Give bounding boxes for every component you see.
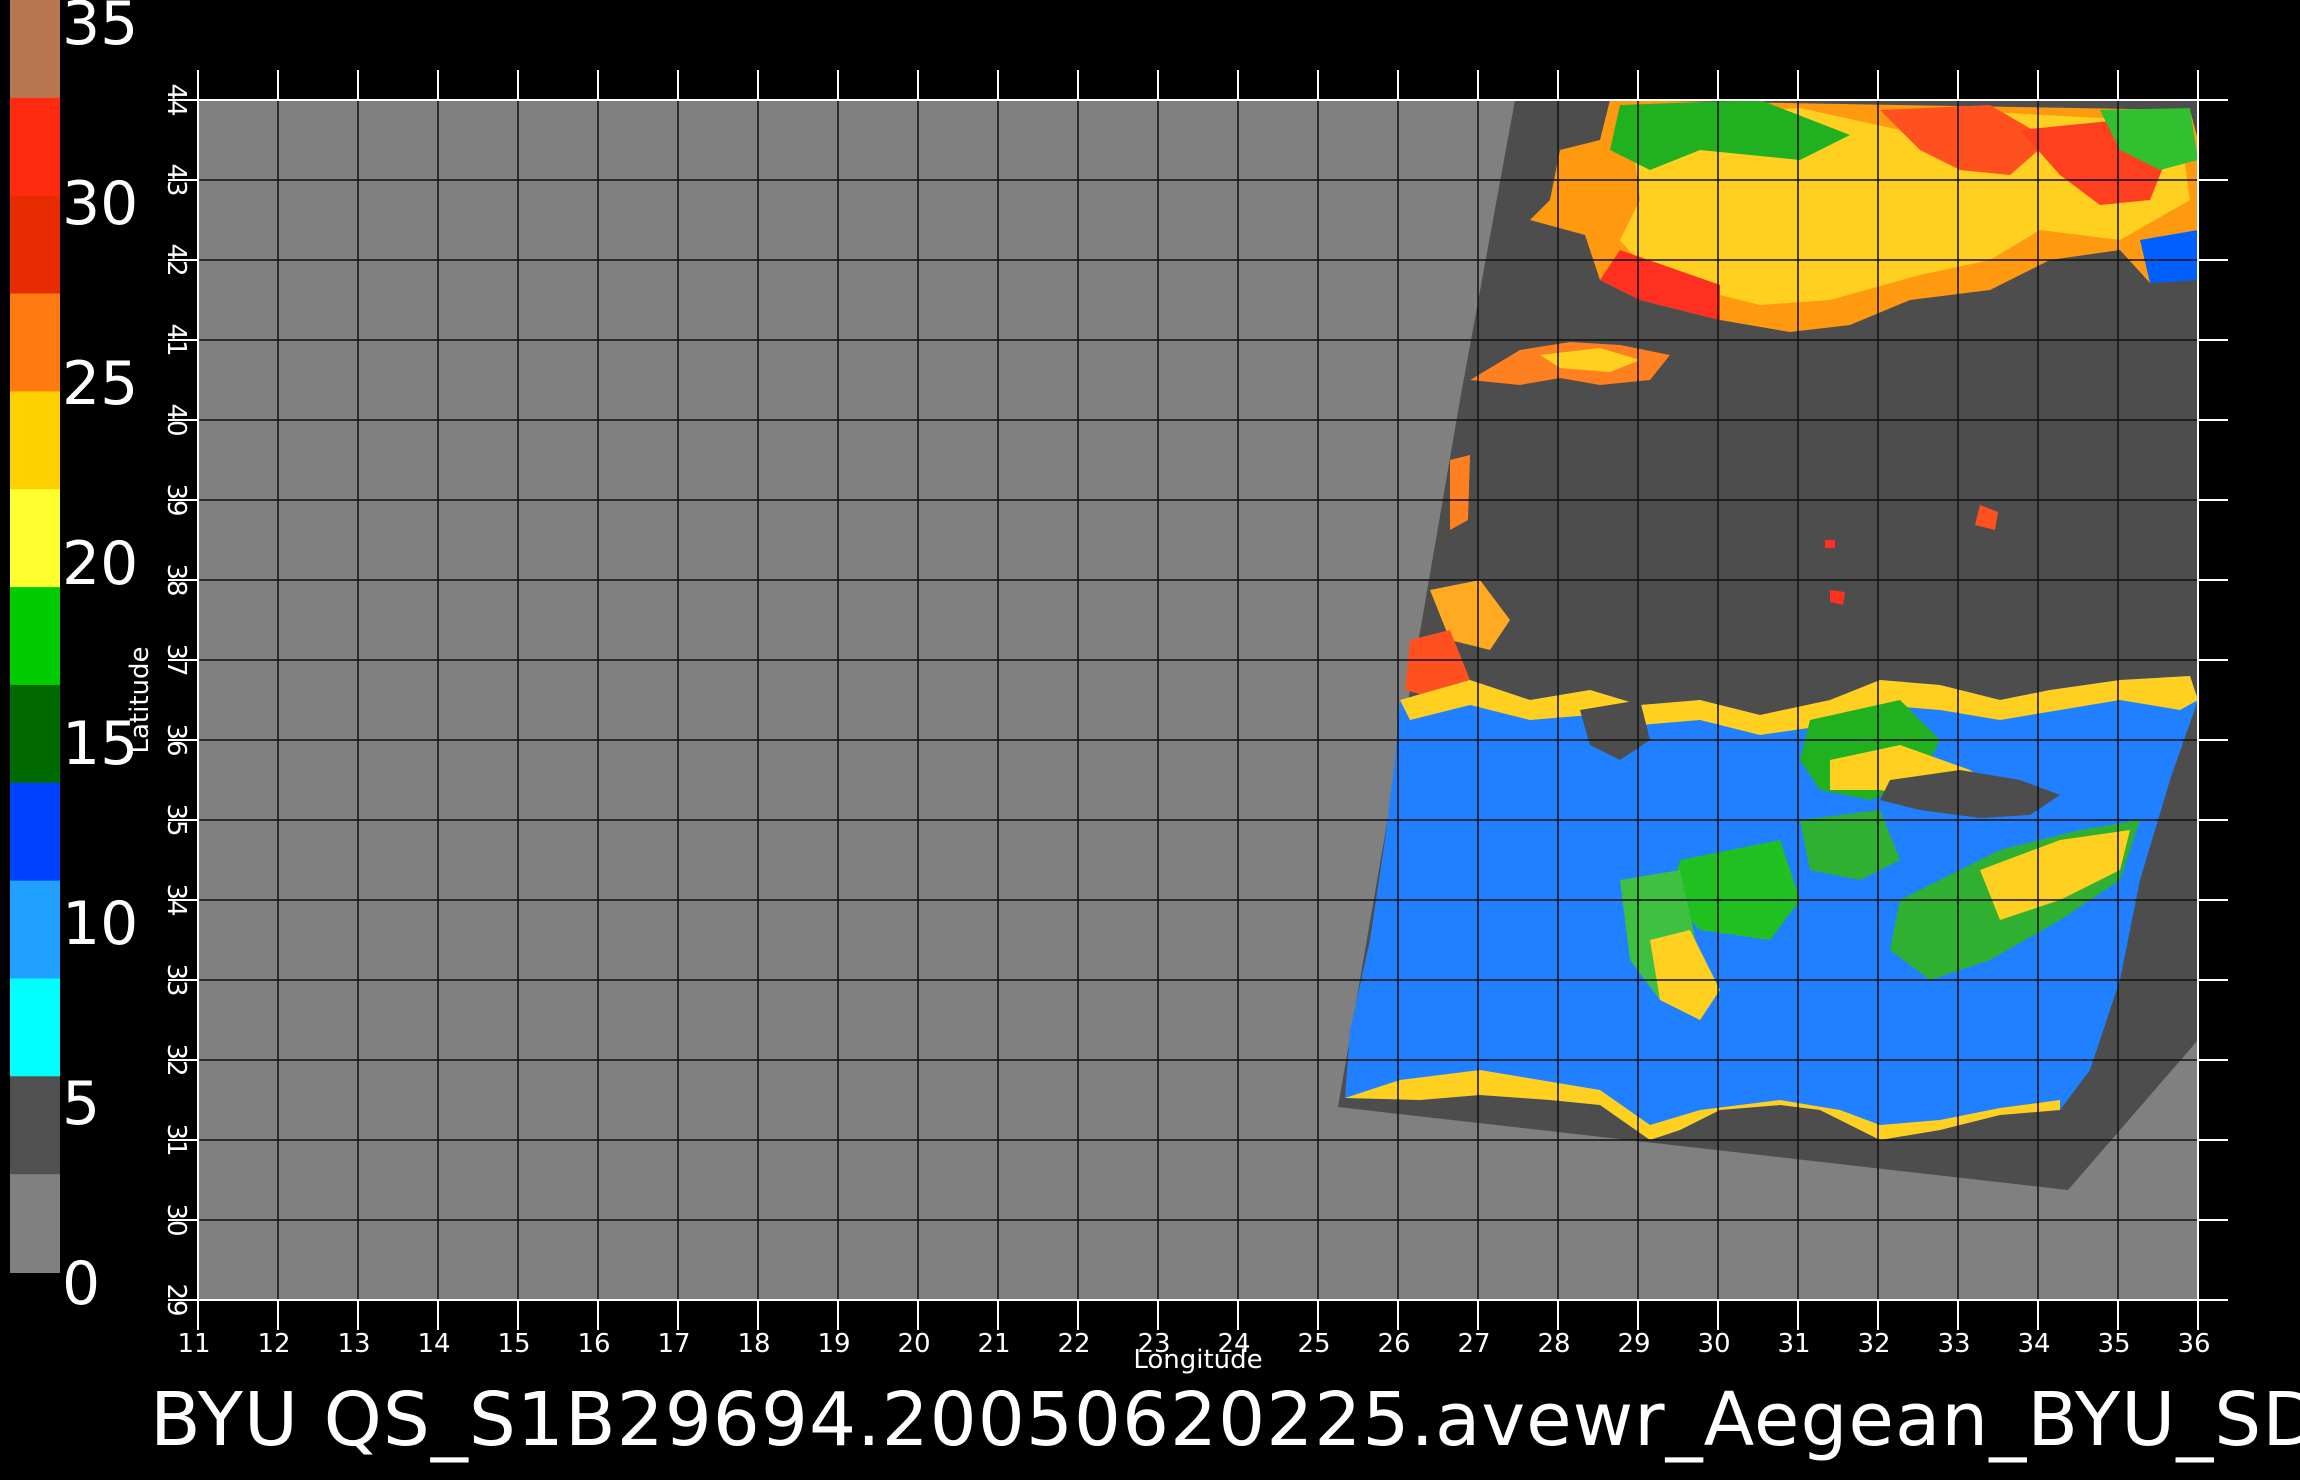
title-clip: BYU QS_S1B29694.20050620225.avewr_Aegean… [0,0,2300,1480]
product-title: BYU QS_S1B29694.20050620225.avewr_Aegean… [150,1377,2300,1463]
